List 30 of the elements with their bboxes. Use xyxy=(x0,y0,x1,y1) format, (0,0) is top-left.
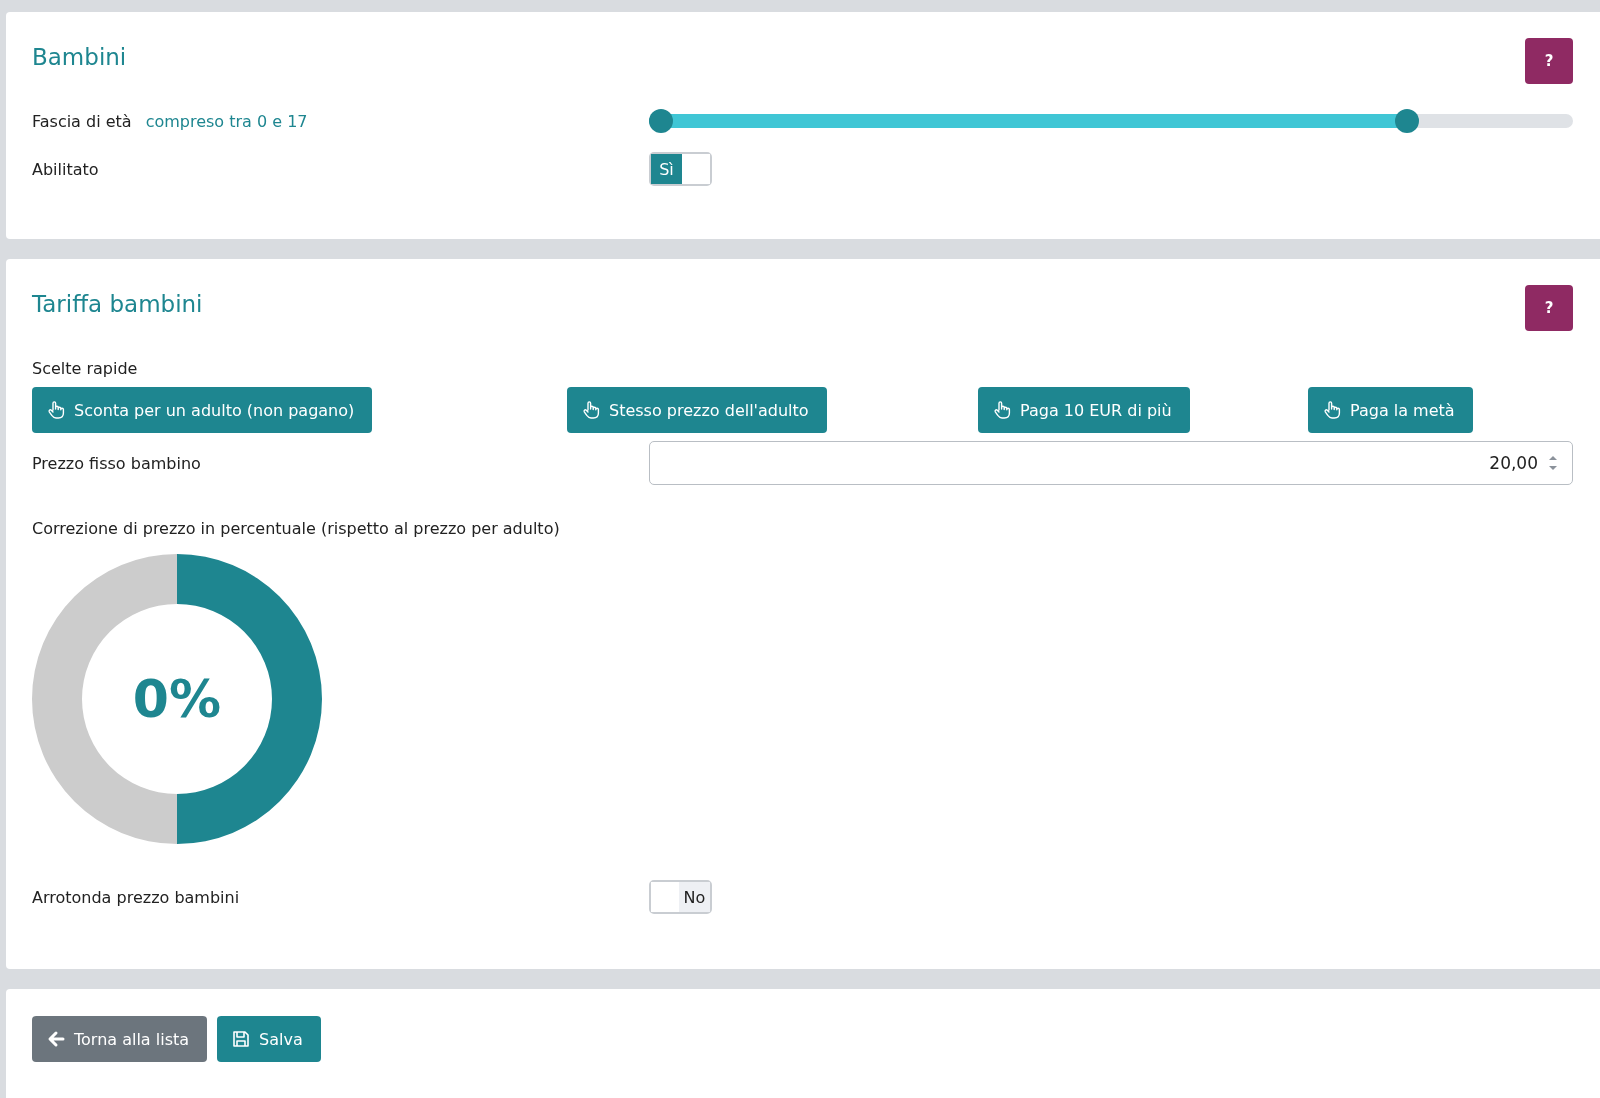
field-label: Scelte rapide xyxy=(32,359,139,378)
number-field[interactable]: 20,00 xyxy=(649,441,1573,485)
arrow-left-icon xyxy=(46,1029,66,1049)
section-title: Tariffa bambini xyxy=(32,290,203,317)
field-label: Correzione di prezzo in percentuale (rispetto al prezzo per adulto) xyxy=(32,519,561,538)
range-value: compreso tra 0 e 17 xyxy=(145,111,308,131)
quick-choice-button[interactable]: Paga la metà xyxy=(1308,387,1473,433)
back-button[interactable]: Torna alla lista xyxy=(32,1016,208,1062)
slider-handle[interactable] xyxy=(1394,109,1419,133)
quick-choice-button[interactable]: Sconta per un adulto (non pagano) xyxy=(32,387,373,433)
help-button[interactable]: ? xyxy=(1525,38,1573,84)
percentage-value: 0% xyxy=(132,669,222,729)
hand-pointer-icon xyxy=(46,400,66,420)
toggle-switch[interactable]: No xyxy=(649,880,712,914)
field-label: Arrotonda prezzo bambini xyxy=(32,887,241,907)
spinner-arrows-icon xyxy=(1548,453,1558,473)
save-button[interactable]: Salva xyxy=(217,1016,321,1062)
hand-pointer-icon xyxy=(992,400,1012,420)
help-button[interactable]: ? xyxy=(1525,285,1573,331)
field-label: Abilitato xyxy=(32,159,100,179)
toggle-switch[interactable]: Sì xyxy=(649,152,712,186)
hand-pointer-icon xyxy=(581,400,601,420)
section-title: Bambini xyxy=(32,43,127,70)
field-label: Fascia di età xyxy=(32,111,132,131)
slider-handle[interactable] xyxy=(649,109,673,133)
range-slider[interactable] xyxy=(649,109,1573,133)
quick-choice-button[interactable]: Stesso prezzo dell'adulto xyxy=(567,387,827,433)
hand-pointer-icon xyxy=(1322,400,1342,420)
quick-choice-button[interactable]: Paga 10 EUR di più xyxy=(978,387,1190,433)
field-label: Prezzo fisso bambino xyxy=(32,453,202,473)
